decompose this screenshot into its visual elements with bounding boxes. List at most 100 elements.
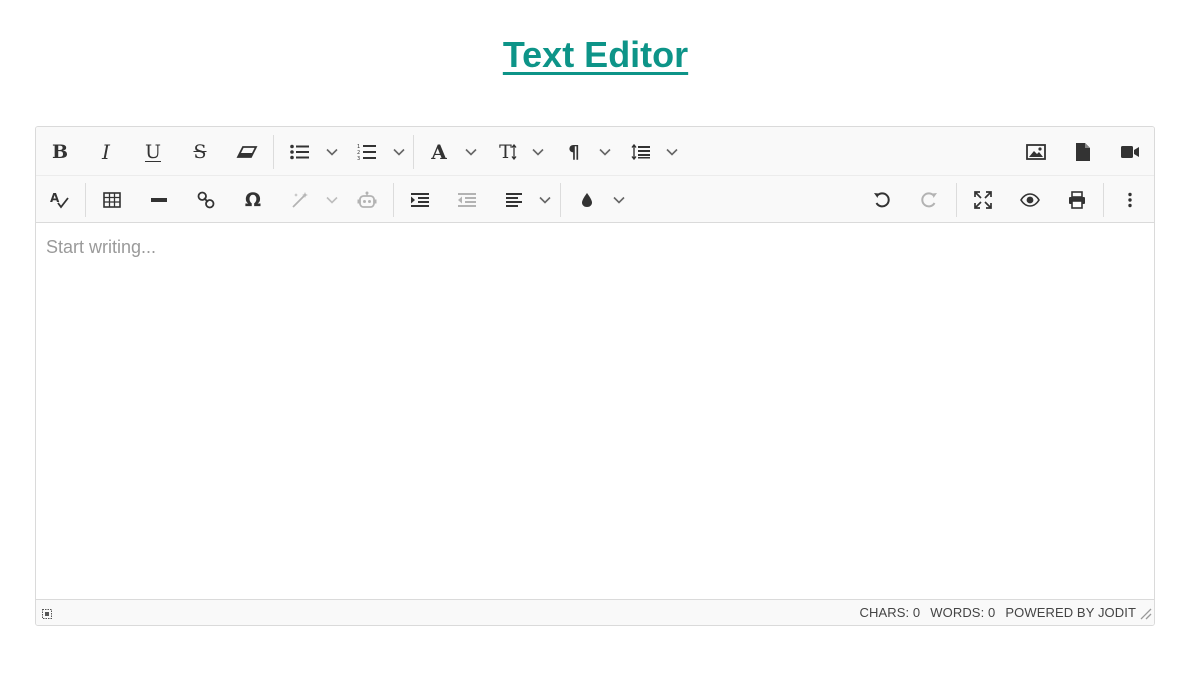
more-button[interactable]	[1112, 177, 1148, 223]
horizontal-rule-icon	[151, 198, 167, 202]
ordered-list-button[interactable]: 1 2 3	[349, 129, 385, 175]
toolbar-separator	[393, 183, 394, 217]
color-drop-icon	[582, 193, 592, 207]
italic-button[interactable]: I	[88, 129, 124, 175]
table-button[interactable]	[94, 177, 130, 223]
omega-icon: Ω	[244, 189, 262, 211]
brush-dropdown[interactable]	[611, 177, 627, 223]
chevron-down-icon	[599, 148, 611, 156]
unordered-list-button[interactable]	[282, 129, 318, 175]
editor-statusbar: CHARS: 0 WORDS: 0 POWERED BY JODIT	[36, 599, 1154, 625]
ordered-list-dropdown[interactable]	[391, 129, 407, 175]
resize-handle[interactable]	[1138, 606, 1152, 623]
spellcheck-icon: A	[50, 191, 69, 209]
horizontal-rule-button[interactable]	[141, 177, 177, 223]
resize-handle-icon	[1140, 608, 1152, 620]
source-code-toggle[interactable]	[42, 607, 52, 622]
chevron-down-icon	[465, 148, 477, 156]
link-icon	[197, 191, 215, 209]
undo-icon	[874, 192, 890, 208]
bulleted-list-icon	[290, 144, 309, 160]
paragraph-icon: ¶	[568, 141, 580, 163]
bold-icon: B	[51, 141, 69, 163]
underline-button[interactable]: U	[135, 129, 171, 175]
words-count: WORDS: 0	[930, 605, 996, 620]
toolbar-separator	[956, 183, 957, 217]
eraser-button[interactable]	[229, 129, 265, 175]
font-icon: A	[431, 140, 447, 164]
toolbar-row-1: B I U S 1 2 3 A T ¶	[36, 129, 1154, 175]
italic-icon: I	[102, 140, 110, 164]
file-button[interactable]	[1065, 129, 1101, 175]
underline-icon: U	[144, 141, 161, 163]
ai-commands-button[interactable]	[282, 177, 318, 223]
outdent-icon	[458, 193, 476, 207]
toolbar-separator	[273, 135, 274, 169]
toolbar-separator	[560, 183, 561, 217]
font-size-dropdown[interactable]	[530, 129, 546, 175]
spellcheck-button[interactable]: A	[42, 177, 78, 223]
table-icon	[103, 192, 121, 208]
strikethrough-icon: S	[193, 141, 207, 163]
chevron-down-icon	[666, 148, 678, 156]
powered-by-link[interactable]: POWERED BY JODIT	[1005, 605, 1136, 620]
strikethrough-button[interactable]: S	[182, 129, 218, 175]
font-size-icon: T	[499, 141, 517, 163]
outdent-button[interactable]	[449, 177, 485, 223]
chevron-down-icon	[532, 148, 544, 156]
align-button[interactable]	[496, 177, 532, 223]
font-button[interactable]: A	[421, 129, 457, 175]
unordered-list-dropdown[interactable]	[324, 129, 340, 175]
toolbar-separator	[85, 183, 86, 217]
print-icon	[1069, 191, 1085, 209]
file-icon	[1076, 143, 1090, 161]
image-button[interactable]	[1018, 129, 1054, 175]
toolbar-row-2: A Ω	[36, 177, 1154, 223]
redo-icon	[921, 192, 937, 208]
fullscreen-icon	[974, 191, 992, 209]
video-icon	[1121, 146, 1139, 158]
chevron-down-icon	[326, 196, 338, 204]
toolbar-row-divider	[36, 175, 1154, 176]
magic-wand-icon	[292, 192, 308, 208]
eraser-icon	[236, 146, 258, 158]
bold-button[interactable]: B	[42, 129, 78, 175]
chevron-down-icon	[613, 196, 625, 204]
link-button[interactable]	[188, 177, 224, 223]
paragraph-dropdown[interactable]	[597, 129, 613, 175]
print-button[interactable]	[1059, 177, 1095, 223]
editor-content-area[interactable]: Start writing...	[36, 223, 1154, 599]
chevron-down-icon	[539, 196, 551, 204]
align-dropdown[interactable]	[537, 177, 553, 223]
indent-button[interactable]	[402, 177, 438, 223]
redo-button[interactable]	[911, 177, 947, 223]
undo-button[interactable]	[864, 177, 900, 223]
chevron-down-icon	[326, 148, 338, 156]
brush-button[interactable]	[569, 177, 605, 223]
eye-icon	[1020, 193, 1040, 207]
paragraph-button[interactable]: ¶	[556, 129, 592, 175]
more-vertical-icon	[1128, 192, 1132, 208]
align-left-icon	[506, 193, 522, 207]
editor-toolbar: B I U S 1 2 3 A T ¶ A Ω	[36, 127, 1154, 223]
text-editor: B I U S 1 2 3 A T ¶ A Ω Start writing...…	[35, 126, 1155, 626]
special-characters-button[interactable]: Ω	[235, 177, 271, 223]
ai-commands-dropdown[interactable]	[324, 177, 340, 223]
chevron-down-icon	[393, 148, 405, 156]
preview-button[interactable]	[1012, 177, 1048, 223]
page-title: Text Editor	[502, 34, 689, 75]
line-height-dropdown[interactable]	[664, 129, 680, 175]
numbered-list-icon: 1 2 3	[357, 144, 376, 161]
ai-assistant-button[interactable]	[349, 177, 385, 223]
chars-count: CHARS: 0	[859, 605, 921, 620]
line-height-button[interactable]	[623, 129, 659, 175]
video-button[interactable]	[1112, 129, 1148, 175]
fullsize-button[interactable]	[965, 177, 1001, 223]
font-dropdown[interactable]	[463, 129, 479, 175]
image-icon	[1026, 144, 1046, 160]
line-height-icon	[631, 144, 650, 160]
robot-icon	[357, 191, 377, 208]
font-size-button[interactable]: T	[488, 129, 528, 175]
source-code-icon	[42, 609, 52, 619]
svg-text:3: 3	[357, 156, 360, 161]
